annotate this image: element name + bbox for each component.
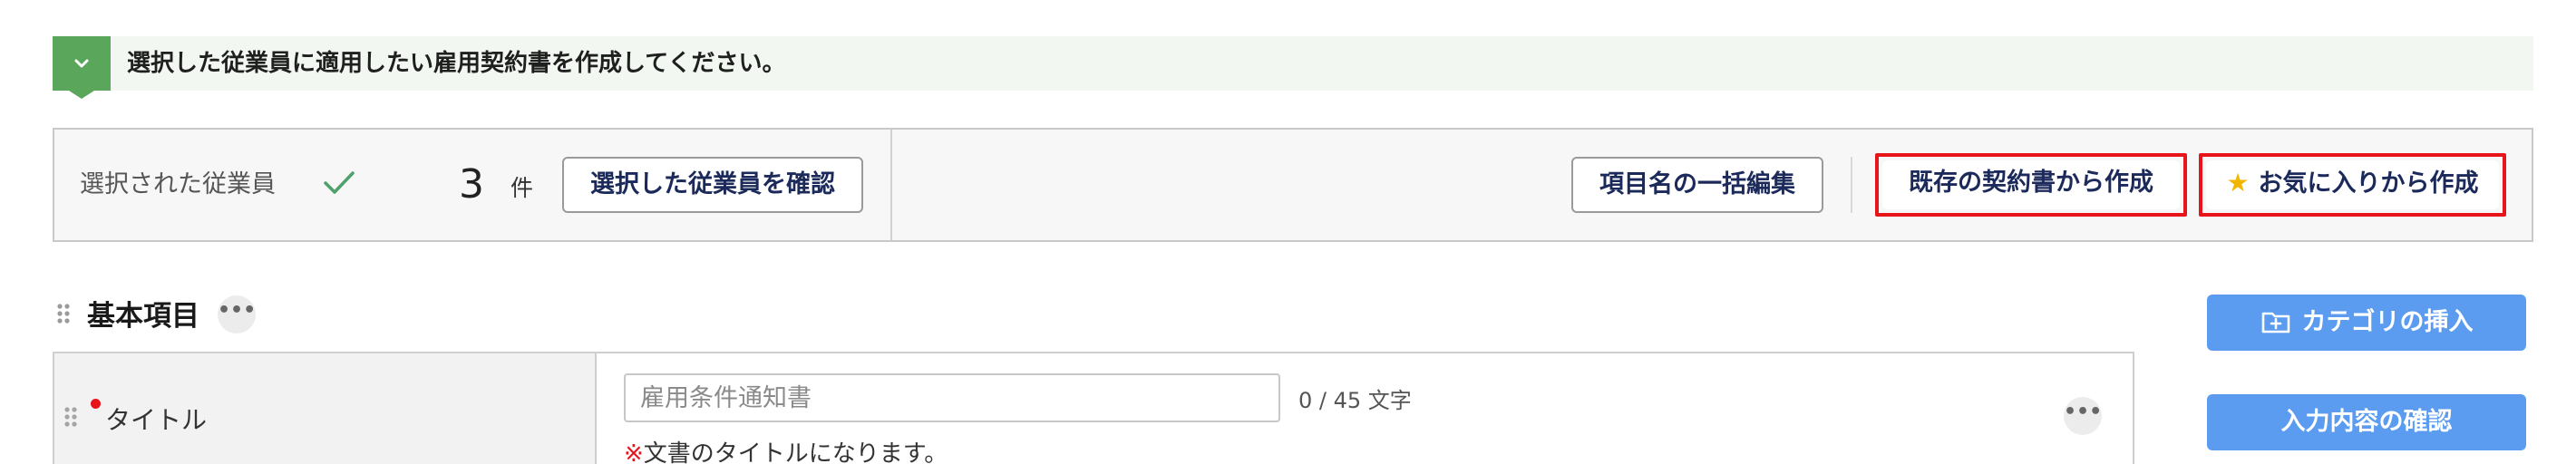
bulk-edit-item-names-button[interactable]: 項目名の一括編集 <box>1571 157 1823 213</box>
selected-count: 3 <box>459 161 484 208</box>
review-input-button[interactable]: 入力内容の確認 <box>2207 394 2526 450</box>
create-from-favorites-label: お気に入りから作成 <box>2258 169 2479 198</box>
section-drag-handle-icon[interactable] <box>56 303 71 324</box>
title-input[interactable] <box>624 373 1280 422</box>
confirm-selected-employees-button[interactable]: 選択した従業員を確認 <box>562 157 863 213</box>
chevron-down-icon <box>74 59 89 68</box>
create-from-existing-button[interactable]: 既存の契約書から作成 <box>1882 160 2180 209</box>
create-from-favorites-button[interactable]: ★ お気に入りから作成 <box>2206 160 2499 209</box>
title-field-label: タイトル <box>105 405 208 435</box>
field-label-cell: タイトル <box>54 353 597 464</box>
selected-employees-bar: 選択された従業員 3 件 選択した従業員を確認 項目名の一括編集 既存の契約書か… <box>53 128 2533 242</box>
title-char-count: 0 / 45 文字 <box>1298 388 1412 413</box>
instruction-banner: 選択した従業員に適用したい雇用契約書を作成してください。 <box>53 36 2533 91</box>
selected-count-unit: 件 <box>510 175 534 201</box>
banner-pointer <box>69 91 94 99</box>
required-indicator <box>91 399 101 409</box>
check-icon <box>324 171 355 194</box>
collapse-toggle[interactable] <box>53 36 111 91</box>
toolbar-divider <box>1851 157 1852 213</box>
star-icon: ★ <box>2226 168 2250 198</box>
instruction-text: 選択した従業員に適用したい雇用契約書を作成してください。 <box>127 50 786 77</box>
insert-category-label: カテゴリの挿入 <box>2301 308 2474 336</box>
selected-employees-summary: 選択された従業員 3 件 選択した従業員を確認 <box>54 130 892 240</box>
row-more-button[interactable]: ••• <box>2064 397 2102 435</box>
insert-category-button[interactable]: カテゴリの挿入 <box>2207 295 2526 351</box>
hint-text: 文書のタイトルになります。 <box>643 440 948 464</box>
selected-employees-label: 選択された従業員 <box>80 170 276 198</box>
contract-create-page: 選択した従業員に適用したい雇用契約書を作成してください。 選択された従業員 3 … <box>0 0 2576 464</box>
row-drag-handle-icon[interactable] <box>63 406 78 428</box>
section-title: 基本項目 <box>87 300 199 333</box>
section-more-button[interactable]: ••• <box>218 295 256 334</box>
title-hint: ※文書のタイトルになります。 <box>624 435 948 464</box>
form-row-title: タイトル 0 / 45 文字 ※文書のタイトルになります。 ••• <box>53 352 2134 464</box>
hint-mark: ※ <box>624 440 644 464</box>
folder-plus-icon <box>2261 312 2289 334</box>
